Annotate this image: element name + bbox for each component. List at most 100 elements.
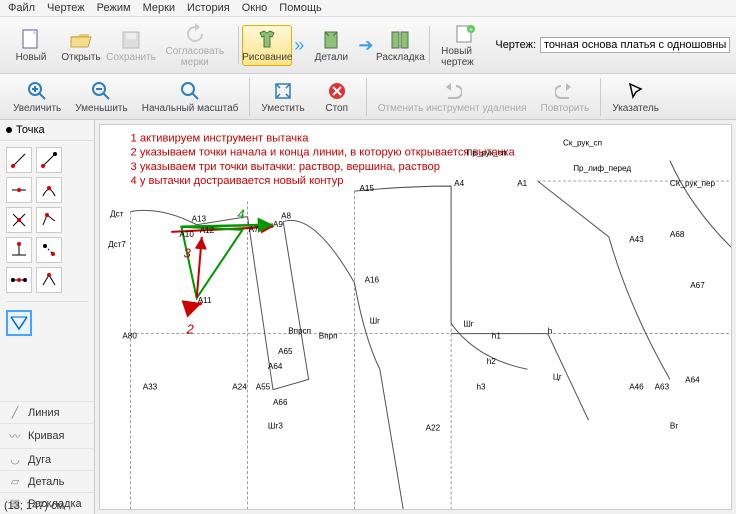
- sb-label: Линия: [28, 407, 60, 419]
- save-button[interactable]: Сохранить: [106, 25, 156, 66]
- drawing-name-input[interactable]: [540, 37, 730, 53]
- fit-label: Уместить: [261, 103, 304, 114]
- instr-1: 1 активируем инструмент вытачка: [131, 132, 310, 144]
- svg-text:А16: А16: [365, 276, 380, 285]
- svg-text:А24: А24: [232, 383, 247, 392]
- svg-text:А80: А80: [122, 332, 137, 341]
- svg-text:А22: А22: [426, 423, 441, 432]
- svg-text:А33: А33: [143, 383, 158, 392]
- open-label: Открыть: [61, 52, 100, 63]
- sidebar-head[interactable]: Точка: [0, 120, 94, 141]
- tool-8[interactable]: [36, 237, 62, 263]
- open-button[interactable]: Открыть: [56, 25, 106, 66]
- sidebar-item-curve[interactable]: 〰Кривая: [0, 423, 94, 448]
- pattern-canvas[interactable]: 1 активируем инструмент вытачка 2 указыв…: [100, 125, 731, 510]
- field-label: Чертеж:: [495, 39, 536, 51]
- instr-4: 4 у вытачки достраивается новый контур: [131, 175, 344, 187]
- svg-text:А64: А64: [685, 375, 700, 384]
- sidebar-item-line[interactable]: ╱ Линия: [0, 401, 94, 423]
- svg-text:А63: А63: [655, 383, 670, 392]
- tool-2[interactable]: [36, 147, 62, 173]
- tool-10[interactable]: [36, 267, 62, 293]
- toolbar-view: Увеличить Уменьшить Начальный масштаб Ум…: [0, 74, 736, 120]
- undo-icon: [440, 79, 464, 103]
- svg-text:h3: h3: [477, 383, 487, 392]
- arrow-right-icon: ➔: [356, 35, 375, 56]
- zoomout-button[interactable]: Уменьшить: [68, 76, 134, 117]
- file-new-icon: [19, 28, 43, 52]
- folder-open-icon: [69, 28, 93, 52]
- stop-button[interactable]: Стоп: [312, 76, 362, 117]
- svg-text:Дст: Дст: [110, 210, 124, 219]
- tool-1[interactable]: [6, 147, 32, 173]
- menu-chert[interactable]: Чертеж: [47, 2, 85, 14]
- line-icon: ╱: [8, 406, 22, 419]
- svg-text:Пр_рук_сп: Пр_рук_сп: [466, 149, 506, 158]
- menu-hist[interactable]: История: [187, 2, 230, 14]
- undo-button[interactable]: Отменить инструмент удаления: [371, 76, 534, 117]
- arc-icon: ◡: [8, 453, 22, 466]
- layout-button[interactable]: Раскладка: [375, 25, 425, 66]
- new-label: Новый: [16, 52, 47, 63]
- sidebar-item-arc[interactable]: ◡ Дуга: [0, 448, 94, 470]
- svg-text:+: +: [468, 25, 473, 34]
- svg-text:А67: А67: [690, 281, 705, 290]
- menu-merki[interactable]: Мерки: [143, 2, 175, 14]
- menu-mode[interactable]: Режим: [97, 2, 131, 14]
- svg-text:Ск_рук_сп: Ск_рук_сп: [563, 138, 602, 147]
- fit-button[interactable]: Уместить: [254, 76, 311, 117]
- separator: [249, 78, 250, 116]
- draw-label: Рисование: [242, 52, 292, 63]
- menu-help[interactable]: Помощь: [279, 2, 322, 14]
- svg-text:Пр_лиф_перед: Пр_лиф_перед: [573, 164, 631, 173]
- layout-icon: [388, 28, 412, 52]
- pointer-icon: [624, 79, 648, 103]
- sb-label: Кривая: [28, 430, 64, 442]
- zoomin-label: Увеличить: [13, 103, 61, 114]
- svg-text:Цг: Цг: [553, 372, 562, 381]
- point-icon: [6, 127, 12, 133]
- fit-icon: [271, 79, 295, 103]
- sidebar-item-detail[interactable]: ▱Деталь: [0, 470, 94, 492]
- svg-text:А55: А55: [256, 383, 271, 392]
- svg-text:А66: А66: [273, 398, 288, 407]
- menu-file[interactable]: Файл: [8, 2, 35, 14]
- sb-label: Деталь: [28, 476, 64, 488]
- new-button[interactable]: Новый: [6, 25, 56, 66]
- separator: [429, 26, 430, 64]
- redo-button[interactable]: Повторить: [534, 76, 597, 117]
- newdraw-label: Новый чертеж: [441, 46, 488, 68]
- zoom-icon: [178, 79, 202, 103]
- toolbar-main: Новый Открыть Сохранить Согласовать мерк…: [0, 17, 736, 74]
- svg-text:Шг: Шг: [370, 316, 380, 325]
- tool-6[interactable]: [36, 207, 62, 233]
- save-icon: [119, 28, 143, 52]
- svg-text:А15: А15: [360, 184, 375, 193]
- draw-button[interactable]: Рисование: [242, 25, 292, 66]
- svg-text:А1: А1: [517, 179, 527, 188]
- pointer-button[interactable]: Указатель: [605, 76, 666, 117]
- annot-2: 2: [186, 322, 195, 337]
- tool-5[interactable]: [6, 207, 32, 233]
- sync-button[interactable]: Согласовать мерки: [156, 19, 234, 71]
- redo-icon: [553, 79, 577, 103]
- details-icon: [319, 28, 343, 52]
- sb-label: Дуга: [28, 454, 51, 466]
- shirt-icon: [255, 28, 279, 52]
- stop-icon: [325, 79, 349, 103]
- tool-9[interactable]: [6, 267, 32, 293]
- zoomin-button[interactable]: Увеличить: [6, 76, 68, 117]
- svg-text:А11: А11: [198, 296, 212, 305]
- redo-label: Повторить: [541, 103, 590, 114]
- zoomfit-button[interactable]: Начальный масштаб: [135, 76, 246, 117]
- details-button[interactable]: Детали: [306, 25, 356, 66]
- tool-4[interactable]: [36, 177, 62, 203]
- svg-text:Впрсп: Впрсп: [288, 327, 311, 336]
- left-sidebar: Точка ╱Линия 〰Кривая ◡Дуга ▱Деталь ▤Раск…: [0, 120, 95, 514]
- separator: [366, 78, 367, 116]
- newdraw-button[interactable]: + Новый чертеж: [434, 19, 495, 71]
- menu-win[interactable]: Окно: [242, 2, 268, 14]
- tool-7[interactable]: [6, 237, 32, 263]
- dart-tool[interactable]: [6, 310, 32, 336]
- tool-3[interactable]: [6, 177, 32, 203]
